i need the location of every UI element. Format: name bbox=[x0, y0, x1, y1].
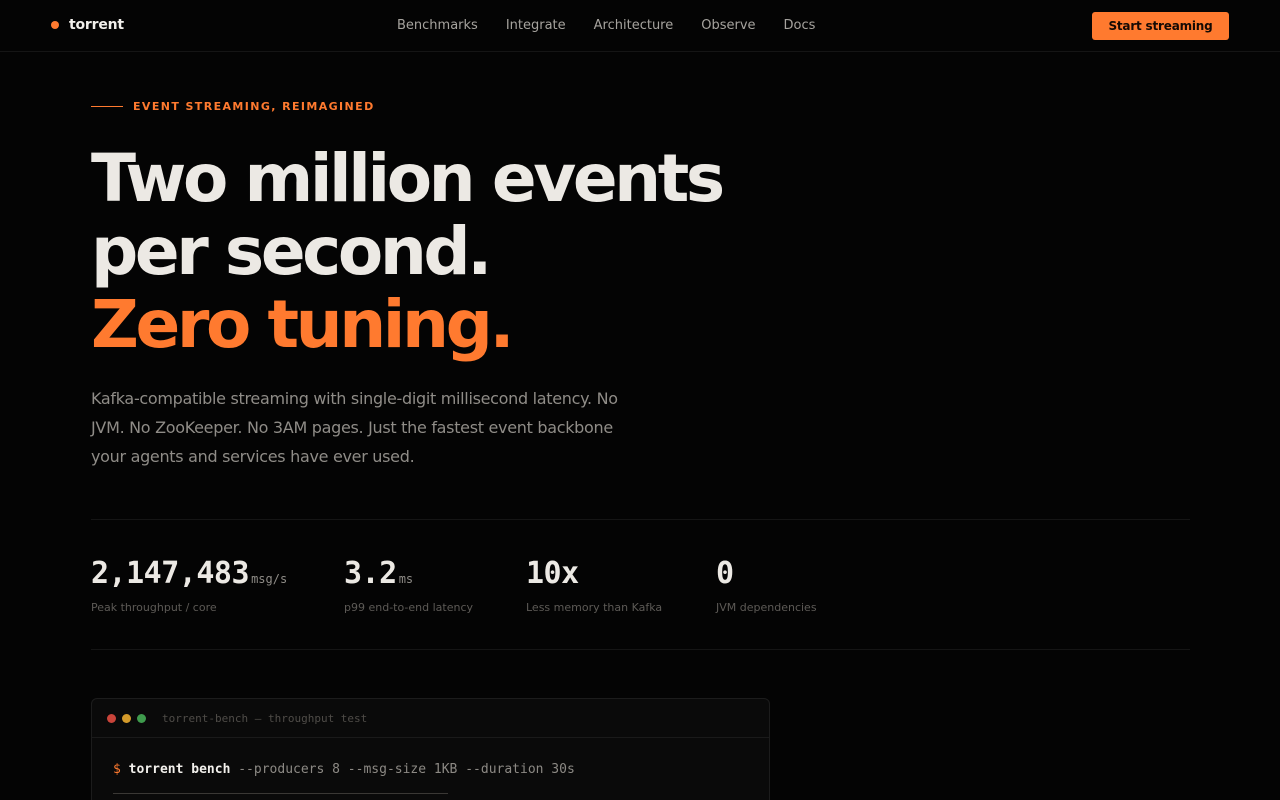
terminal-titlebar: torrent-bench — throughput test bbox=[92, 699, 769, 738]
stat-unit: ms bbox=[398, 572, 414, 586]
terminal-window: torrent-bench — throughput test $ torren… bbox=[91, 698, 770, 800]
headline-line-3: Zero tuning. bbox=[91, 286, 515, 363]
stat-value: 2,147,483 bbox=[91, 556, 250, 591]
brand-logo[interactable]: torrent bbox=[51, 17, 124, 33]
terminal-output-divider bbox=[113, 793, 448, 794]
stat-unit: msg/s bbox=[251, 572, 288, 586]
brand-dot-icon bbox=[51, 21, 59, 29]
nav-link-benchmarks[interactable]: Benchmarks bbox=[397, 18, 478, 33]
stat-jvm: 0 JVM dependencies bbox=[716, 556, 817, 614]
headline-line-1: Two million events bbox=[91, 140, 725, 217]
stat-value: 3.2 bbox=[344, 556, 397, 591]
eyebrow: EVENT STREAMING, REIMAGINED bbox=[91, 100, 375, 113]
stat-label: JVM dependencies bbox=[716, 601, 817, 614]
stat-label: p99 end-to-end latency bbox=[344, 601, 474, 614]
terminal-command: torrent bench bbox=[128, 762, 231, 777]
stat-throughput: 2,147,483 msg/s Peak throughput / core bbox=[91, 556, 287, 614]
stats-top-divider bbox=[91, 519, 1190, 520]
headline-line-2: per second. bbox=[91, 213, 492, 290]
stat-label: Less memory than Kafka bbox=[526, 601, 663, 614]
maximize-light-icon[interactable] bbox=[137, 713, 146, 723]
stat-value: 10x bbox=[526, 556, 579, 591]
nav-links: Benchmarks Integrate Architecture Observ… bbox=[397, 18, 815, 33]
stat-latency: 3.2 ms p99 end-to-end latency bbox=[344, 556, 473, 614]
eyebrow-text: EVENT STREAMING, REIMAGINED bbox=[133, 100, 375, 113]
start-streaming-button[interactable]: Start streaming bbox=[1092, 12, 1229, 40]
stat-memory: 10x Less memory than Kafka bbox=[526, 556, 662, 614]
minimize-light-icon[interactable] bbox=[122, 713, 131, 723]
nav-link-integrate[interactable]: Integrate bbox=[506, 18, 566, 33]
hero-lead: Kafka-compatible streaming with single-d… bbox=[91, 389, 618, 466]
terminal-prompt: $ bbox=[113, 762, 121, 777]
terminal-title: torrent-bench — throughput test bbox=[162, 711, 368, 725]
stat-value: 0 bbox=[716, 556, 734, 591]
nav-link-observe[interactable]: Observe bbox=[701, 18, 755, 33]
hero-headline: Two million events per second. Zero tuni… bbox=[91, 140, 725, 363]
brand-name: torrent bbox=[69, 17, 124, 33]
nav-link-architecture[interactable]: Architecture bbox=[594, 18, 674, 33]
close-light-icon[interactable] bbox=[107, 713, 116, 723]
stats-bottom-divider bbox=[91, 649, 1190, 650]
eyebrow-line bbox=[91, 106, 123, 107]
top-nav: torrent Benchmarks Integrate Architectur… bbox=[0, 0, 1280, 52]
nav-link-docs[interactable]: Docs bbox=[784, 18, 816, 33]
terminal-args: --producers 8 --msg-size 1KB --duration … bbox=[238, 762, 575, 777]
stat-label: Peak throughput / core bbox=[91, 601, 217, 614]
terminal-command-line: $ torrent bench --producers 8 --msg-size… bbox=[113, 762, 575, 777]
